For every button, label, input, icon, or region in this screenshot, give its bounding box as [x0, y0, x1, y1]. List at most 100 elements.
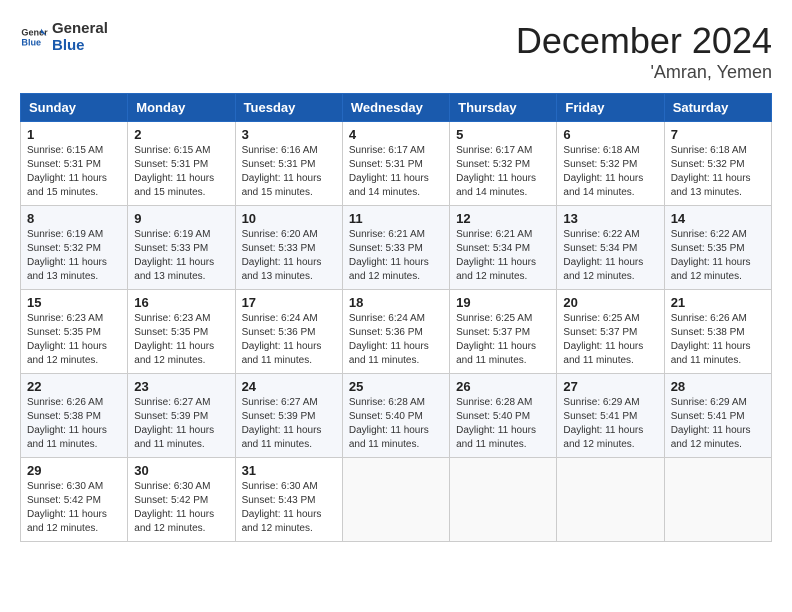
month-title: December 2024 — [516, 20, 772, 62]
calendar-week-row: 15 Sunrise: 6:23 AMSunset: 5:35 PMDayligh… — [21, 290, 772, 374]
table-row: 22 Sunrise: 6:26 AMSunset: 5:38 PMDayligh… — [21, 374, 128, 458]
day-number: 21 — [671, 295, 765, 310]
day-number: 30 — [134, 463, 228, 478]
day-number: 1 — [27, 127, 121, 142]
day-info: Sunrise: 6:19 AMSunset: 5:32 PMDaylight:… — [27, 228, 121, 284]
day-number: 31 — [242, 463, 336, 478]
table-row: 7 Sunrise: 6:18 AMSunset: 5:32 PMDaylight… — [664, 122, 771, 206]
day-info: Sunrise: 6:21 AMSunset: 5:33 PMDaylight:… — [349, 228, 443, 284]
table-row: 8 Sunrise: 6:19 AMSunset: 5:32 PMDaylight… — [21, 206, 128, 290]
table-row: 1 Sunrise: 6:15 AMSunset: 5:31 PMDaylight… — [21, 122, 128, 206]
table-row — [342, 458, 449, 542]
table-row — [664, 458, 771, 542]
day-number: 22 — [27, 379, 121, 394]
day-info: Sunrise: 6:29 AMSunset: 5:41 PMDaylight:… — [671, 396, 765, 452]
calendar-header-row: Sunday Monday Tuesday Wednesday Thursday… — [21, 94, 772, 122]
day-info: Sunrise: 6:29 AMSunset: 5:41 PMDaylight:… — [563, 396, 657, 452]
logo: General Blue General Blue — [20, 20, 108, 54]
col-friday: Friday — [557, 94, 664, 122]
day-info: Sunrise: 6:23 AMSunset: 5:35 PMDaylight:… — [27, 312, 121, 368]
day-info: Sunrise: 6:15 AMSunset: 5:31 PMDaylight:… — [134, 144, 228, 200]
table-row: 20 Sunrise: 6:25 AMSunset: 5:37 PMDayligh… — [557, 290, 664, 374]
table-row: 18Sunrise: 6:24 AMSunset: 5:36 PMDayligh… — [342, 290, 449, 374]
table-row: 21 Sunrise: 6:26 AMSunset: 5:38 PMDayligh… — [664, 290, 771, 374]
table-row: 28Sunrise: 6:29 AMSunset: 5:41 PMDayligh… — [664, 374, 771, 458]
day-info: Sunrise: 6:30 AMSunset: 5:43 PMDaylight:… — [242, 480, 336, 536]
day-number: 25 — [349, 379, 443, 394]
table-row: 13Sunrise: 6:22 AMSunset: 5:34 PMDayligh… — [557, 206, 664, 290]
table-row: 10 Sunrise: 6:20 AMSunset: 5:33 PMDayligh… — [235, 206, 342, 290]
day-info: Sunrise: 6:25 AMSunset: 5:37 PMDaylight:… — [456, 312, 550, 368]
day-number: 3 — [242, 127, 336, 142]
table-row: 5 Sunrise: 6:17 AMSunset: 5:32 PMDaylight… — [450, 122, 557, 206]
day-number: 16 — [134, 295, 228, 310]
day-info: Sunrise: 6:16 AMSunset: 5:31 PMDaylight:… — [242, 144, 336, 200]
table-row: 14 Sunrise: 6:22 AMSunset: 5:35 PMDayligh… — [664, 206, 771, 290]
day-number: 27 — [563, 379, 657, 394]
col-wednesday: Wednesday — [342, 94, 449, 122]
table-row — [557, 458, 664, 542]
table-row: 29Sunrise: 6:30 AMSunset: 5:42 PMDayligh… — [21, 458, 128, 542]
day-info: Sunrise: 6:24 AMSunset: 5:36 PMDaylight:… — [242, 312, 336, 368]
day-info: Sunrise: 6:28 AMSunset: 5:40 PMDaylight:… — [456, 396, 550, 452]
day-number: 4 — [349, 127, 443, 142]
day-number: 10 — [242, 211, 336, 226]
day-number: 24 — [242, 379, 336, 394]
day-info: Sunrise: 6:25 AMSunset: 5:37 PMDaylight:… — [563, 312, 657, 368]
day-number: 12 — [456, 211, 550, 226]
day-info: Sunrise: 6:18 AMSunset: 5:32 PMDaylight:… — [671, 144, 765, 200]
day-info: Sunrise: 6:21 AMSunset: 5:34 PMDaylight:… — [456, 228, 550, 284]
day-info: Sunrise: 6:18 AMSunset: 5:32 PMDaylight:… — [563, 144, 657, 200]
svg-text:Blue: Blue — [21, 37, 41, 47]
col-thursday: Thursday — [450, 94, 557, 122]
calendar-table: Sunday Monday Tuesday Wednesday Thursday… — [20, 93, 772, 542]
day-info: Sunrise: 6:19 AMSunset: 5:33 PMDaylight:… — [134, 228, 228, 284]
table-row: 19Sunrise: 6:25 AMSunset: 5:37 PMDayligh… — [450, 290, 557, 374]
day-info: Sunrise: 6:26 AMSunset: 5:38 PMDaylight:… — [27, 396, 121, 452]
calendar-week-row: 1 Sunrise: 6:15 AMSunset: 5:31 PMDaylight… — [21, 122, 772, 206]
day-info: Sunrise: 6:30 AMSunset: 5:42 PMDaylight:… — [134, 480, 228, 536]
title-block: December 2024 'Amran, Yemen — [516, 20, 772, 83]
table-row: 26Sunrise: 6:28 AMSunset: 5:40 PMDayligh… — [450, 374, 557, 458]
day-info: Sunrise: 6:26 AMSunset: 5:38 PMDaylight:… — [671, 312, 765, 368]
day-info: Sunrise: 6:27 AMSunset: 5:39 PMDaylight:… — [134, 396, 228, 452]
col-sunday: Sunday — [21, 94, 128, 122]
day-info: Sunrise: 6:15 AMSunset: 5:31 PMDaylight:… — [27, 144, 121, 200]
day-number: 8 — [27, 211, 121, 226]
table-row: 3 Sunrise: 6:16 AMSunset: 5:31 PMDaylight… — [235, 122, 342, 206]
table-row: 4Sunrise: 6:17 AMSunset: 5:31 PMDaylight… — [342, 122, 449, 206]
day-number: 11 — [349, 211, 443, 226]
day-number: 14 — [671, 211, 765, 226]
logo-blue-text: Blue — [52, 37, 108, 54]
calendar-week-row: 8 Sunrise: 6:19 AMSunset: 5:32 PMDaylight… — [21, 206, 772, 290]
table-row: 11 Sunrise: 6:21 AMSunset: 5:33 PMDayligh… — [342, 206, 449, 290]
table-row: 27 Sunrise: 6:29 AMSunset: 5:41 PMDayligh… — [557, 374, 664, 458]
day-number: 17 — [242, 295, 336, 310]
day-number: 7 — [671, 127, 765, 142]
day-info: Sunrise: 6:22 AMSunset: 5:34 PMDaylight:… — [563, 228, 657, 284]
col-monday: Monday — [128, 94, 235, 122]
col-tuesday: Tuesday — [235, 94, 342, 122]
day-number: 6 — [563, 127, 657, 142]
day-number: 23 — [134, 379, 228, 394]
table-row: 2 Sunrise: 6:15 AMSunset: 5:31 PMDaylight… — [128, 122, 235, 206]
table-row: 12 Sunrise: 6:21 AMSunset: 5:34 PMDayligh… — [450, 206, 557, 290]
calendar-week-row: 22 Sunrise: 6:26 AMSunset: 5:38 PMDayligh… — [21, 374, 772, 458]
day-number: 5 — [456, 127, 550, 142]
table-row: 17 Sunrise: 6:24 AMSunset: 5:36 PMDayligh… — [235, 290, 342, 374]
day-number: 9 — [134, 211, 228, 226]
day-number: 20 — [563, 295, 657, 310]
day-number: 15 — [27, 295, 121, 310]
day-info: Sunrise: 6:22 AMSunset: 5:35 PMDaylight:… — [671, 228, 765, 284]
table-row: 31 Sunrise: 6:30 AMSunset: 5:43 PMDayligh… — [235, 458, 342, 542]
day-info: Sunrise: 6:30 AMSunset: 5:42 PMDaylight:… — [27, 480, 121, 536]
day-info: Sunrise: 6:20 AMSunset: 5:33 PMDaylight:… — [242, 228, 336, 284]
location-title: 'Amran, Yemen — [516, 62, 772, 83]
day-number: 2 — [134, 127, 228, 142]
day-info: Sunrise: 6:17 AMSunset: 5:32 PMDaylight:… — [456, 144, 550, 200]
day-number: 18 — [349, 295, 443, 310]
page-header: General Blue General Blue December 2024 … — [20, 20, 772, 83]
table-row — [450, 458, 557, 542]
table-row: 25Sunrise: 6:28 AMSunset: 5:40 PMDayligh… — [342, 374, 449, 458]
table-row: 30 Sunrise: 6:30 AMSunset: 5:42 PMDayligh… — [128, 458, 235, 542]
